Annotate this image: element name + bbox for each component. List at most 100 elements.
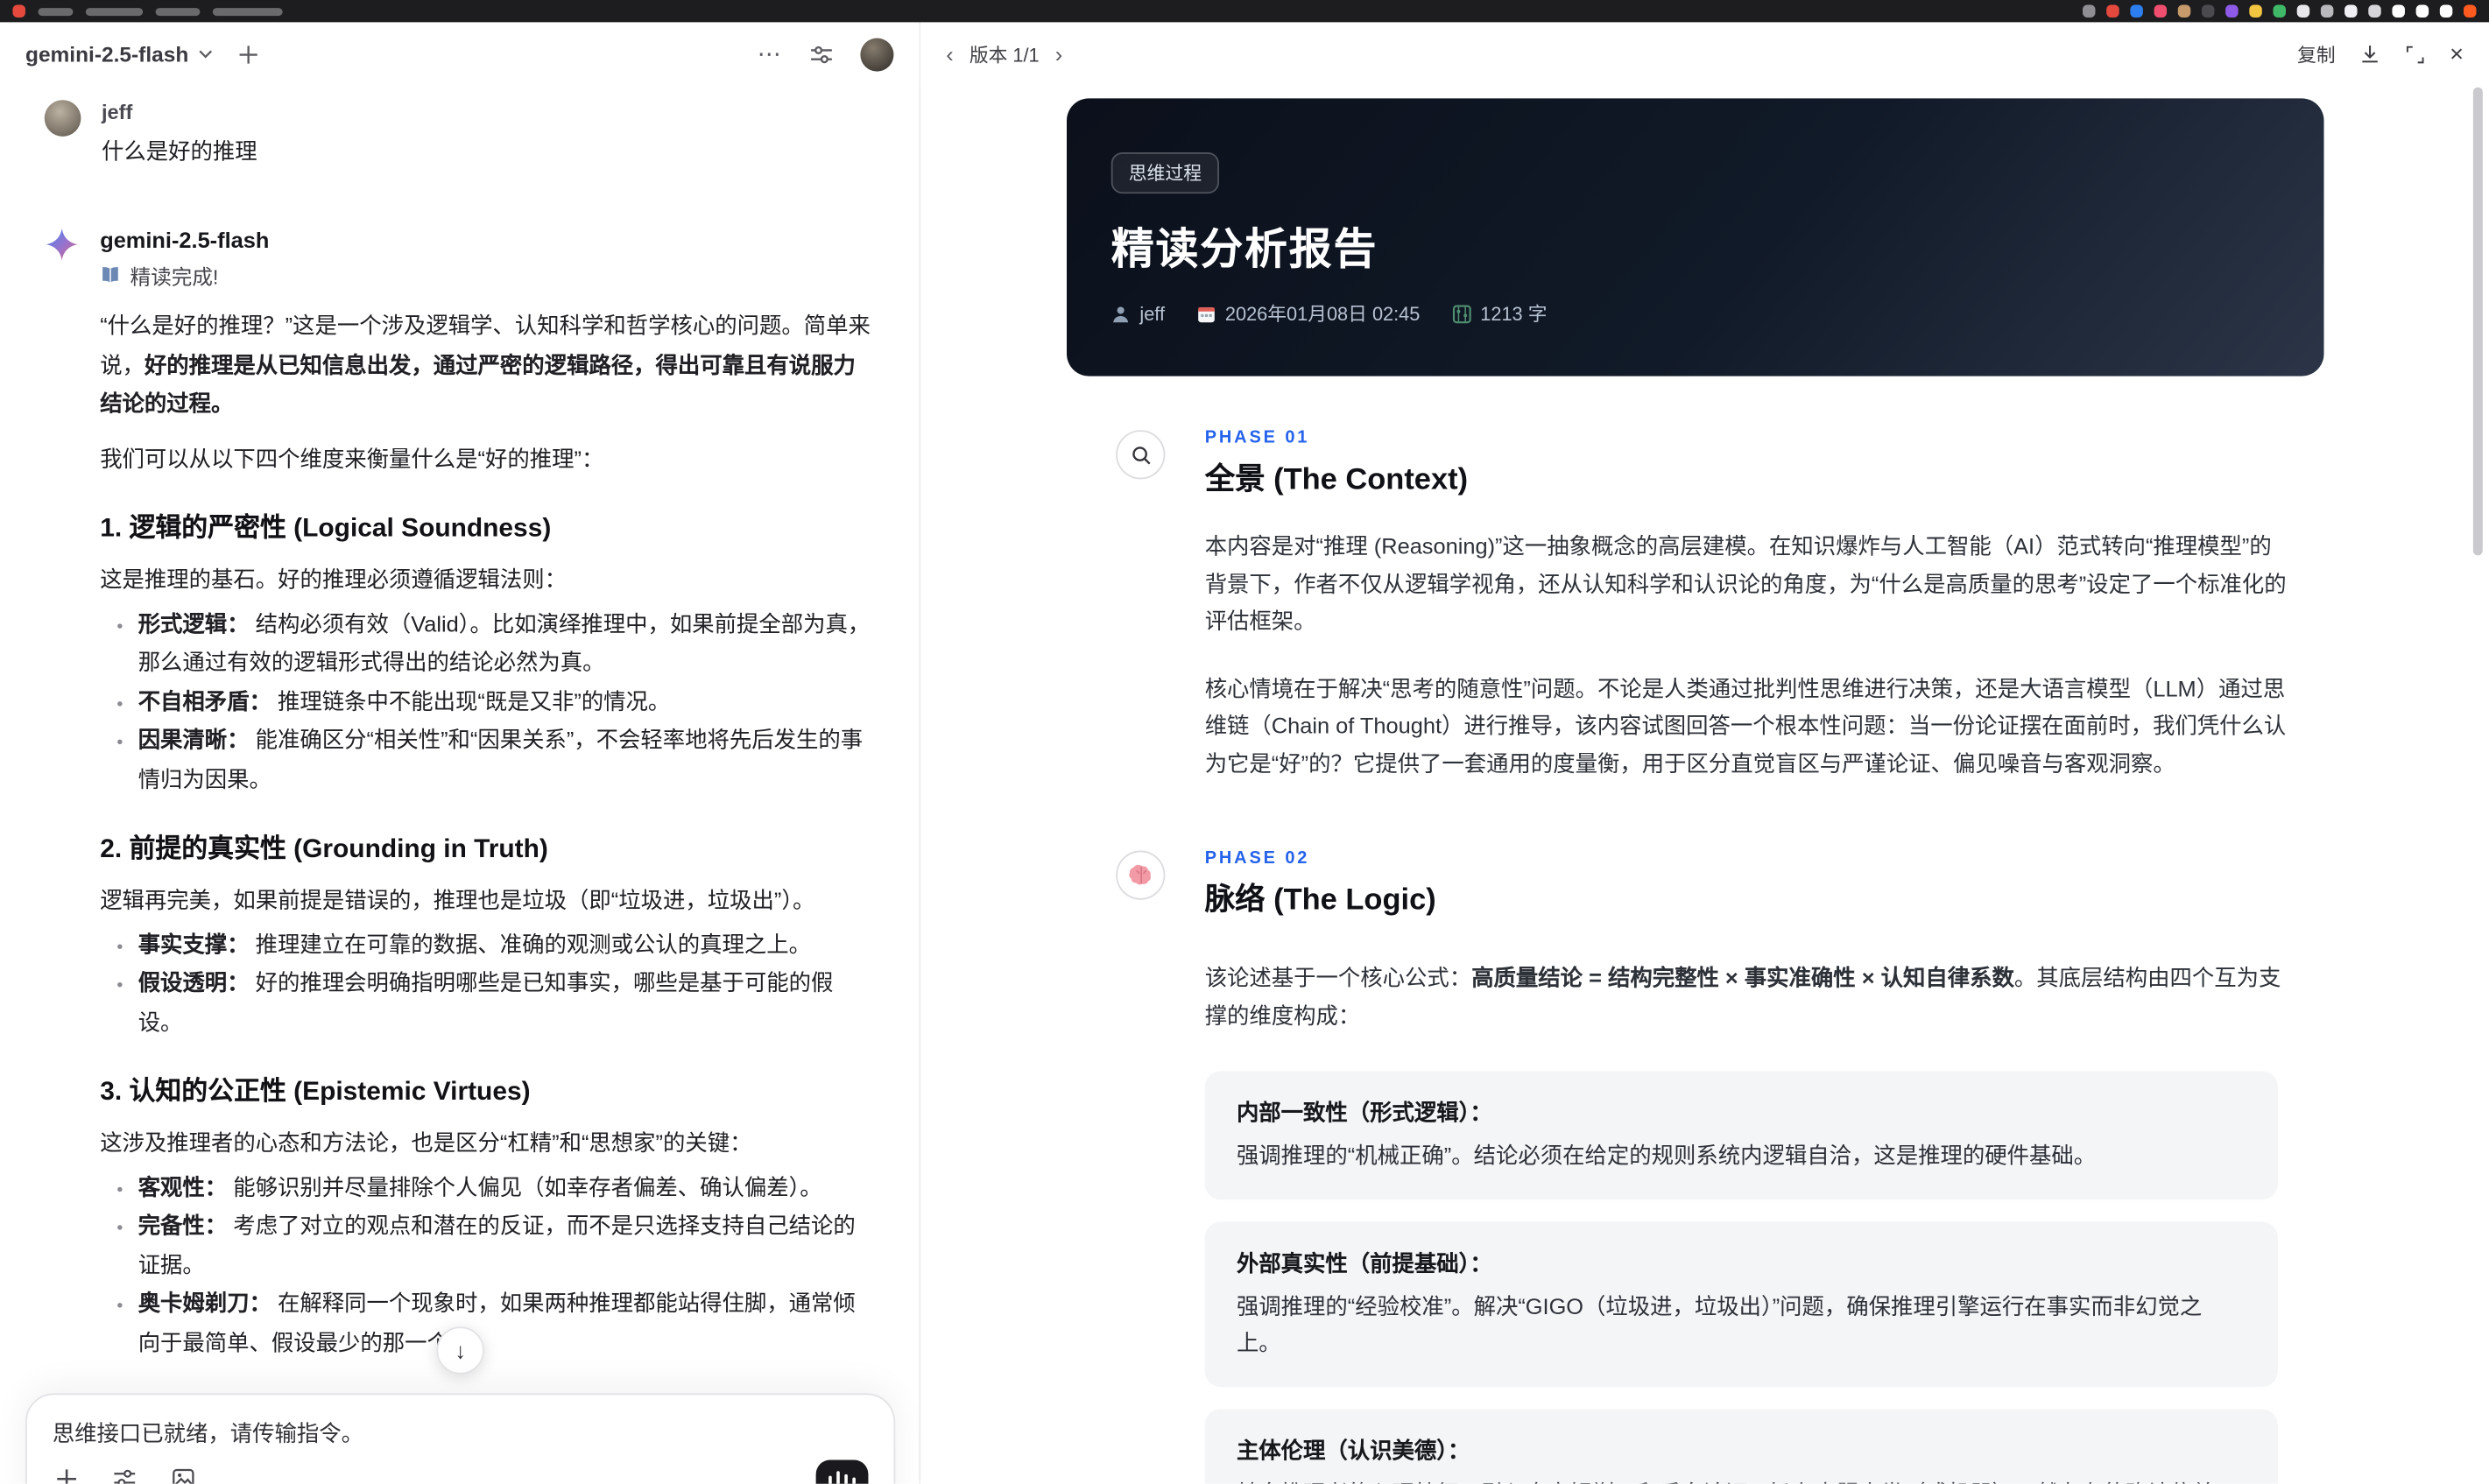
arrow-down-icon: ↓ — [455, 1337, 466, 1363]
bullet-list: 事实支撑： 推理建立在可靠的数据、准确的观测或公认的真理之上。 假设透明： 好的… — [100, 925, 871, 1041]
download-icon[interactable] — [2359, 43, 2381, 65]
menubar — [0, 0, 2489, 23]
menubar-status-icons — [2083, 4, 2477, 18]
tune-icon[interactable] — [809, 42, 833, 66]
close-icon[interactable]: × — [2450, 42, 2464, 66]
phase-title: 脉络 (The Logic) — [1204, 883, 1436, 918]
composer-input[interactable]: 思维接口已就绪，请传输指令。 — [53, 1417, 869, 1449]
voice-input-button[interactable] — [815, 1459, 869, 1484]
card-body: 强调推理的“经验校准”。解决“GIGO（垃圾进，垃圾出）”问题，确保推理引擎运行… — [1236, 1292, 2203, 1355]
expand-icon[interactable] — [2405, 44, 2426, 65]
bullet-list: 形式逻辑： 结构必须有效（Valid）。比如演绎推理中，如果前提全部为真，那么通… — [100, 604, 871, 798]
composer[interactable]: 思维接口已就绪，请传输指令。 — [25, 1393, 896, 1484]
paragraph: 我们可以从以下四个维度来衡量什么是“好的推理”： — [100, 445, 604, 471]
formula-bold: 高质量结论 = 结构完整性 × 事实准确性 × 认知自律系数 — [1471, 965, 2014, 990]
assistant-status: 精读完成! — [100, 260, 871, 290]
phase-title: 全景 (The Context) — [1204, 463, 1469, 497]
phase-2-icon-circle — [1116, 850, 1166, 900]
more-options-button[interactable]: ⋯ — [758, 42, 783, 66]
chevron-left-icon[interactable]: ‹ — [946, 43, 953, 65]
bullet-text: 能够识别并尽量排除个人偏见（如幸存者偏差、确认偏差）。 — [233, 1173, 822, 1199]
phase-2-section: PHASE 02 脉络 (The Logic) 该论述基于一个核心公式：高质量结… — [1067, 849, 2324, 1484]
waveform-bar — [843, 1473, 849, 1484]
menubar-app-icon[interactable] — [2344, 4, 2358, 18]
waveform-bar — [828, 1475, 833, 1484]
account-avatar[interactable] — [860, 37, 894, 71]
menubar-app-icon[interactable] — [2273, 4, 2286, 18]
menubar-app-icon[interactable] — [2320, 4, 2334, 18]
list-item: 因果清晰： 能准确区分“相关性”和“因果关系”，不会轻率地将先后发生的事情归为因… — [138, 721, 871, 798]
list-item: 形式逻辑： 结构必须有效（Valid）。比如演绎推理中，如果前提全部为真，那么通… — [138, 604, 871, 682]
card-body: 转向推理者的心理特征。引入奥卡姆剃刀和反向论证，旨在克服人类（或机器）天然存在的… — [1237, 1475, 2246, 1484]
assistant-markdown: “什么是好的推理？”这是一个涉及逻辑学、认知科学和哲学核心的问题。简单来说，好的… — [100, 306, 871, 1484]
menubar-app-icon[interactable] — [2130, 4, 2143, 18]
menubar-app-icon[interactable] — [2083, 4, 2096, 18]
author-name: jeff — [1139, 302, 1166, 325]
dimension-card: 内部一致性（形式逻辑）： 强调推理的“机械正确”。结论必须在给定的规则系统内逻辑… — [1204, 1071, 2278, 1199]
phase-1-icon-circle — [1116, 430, 1166, 480]
dimension-card: 主体伦理（认识美德）： 转向推理者的心理特征。引入奥卡姆剃刀和反向论证，旨在克服… — [1204, 1408, 2278, 1484]
meta-word-count: 1213 字 — [1452, 300, 1547, 327]
attach-plus-icon[interactable] — [55, 1467, 77, 1484]
section-heading: 2. 前提的真实性 (Grounding in Truth) — [100, 834, 548, 863]
menubar-app-icon[interactable] — [2296, 4, 2310, 18]
menubar-app-icon[interactable] — [2464, 4, 2477, 18]
menubar-menu-item[interactable] — [85, 7, 144, 16]
abacus-icon — [1452, 304, 1470, 323]
card-title: 内部一致性（形式逻辑）： — [1236, 1100, 1492, 1126]
menubar-app-icon[interactable] — [2249, 4, 2262, 18]
bullet-label: 假设透明： — [137, 969, 250, 995]
image-icon[interactable] — [172, 1466, 195, 1484]
menubar-app-icon[interactable] — [2368, 4, 2381, 18]
bullet-label: 形式逻辑： — [137, 609, 250, 636]
menubar-app-icon[interactable] — [2154, 4, 2168, 18]
menubar-app-icon[interactable] — [2201, 4, 2215, 18]
chevron-right-icon[interactable]: › — [1055, 43, 1062, 65]
scrollbar-thumb[interactable] — [2472, 87, 2483, 556]
section-intro: 这是推理的基石。好的推理必须遵循逻辑法则： — [100, 566, 568, 593]
tools-icon[interactable] — [113, 1466, 137, 1484]
bullet-label: 不自相矛盾： — [137, 687, 271, 714]
assistant-name: gemini-2.5-flash — [100, 227, 270, 253]
phase-label: PHASE 02 — [1204, 848, 1310, 869]
phase-1-section: PHASE 01 全景 (The Context) 本内容是对“推理 (Reas… — [1067, 428, 2324, 782]
menubar-app-icon[interactable] — [2415, 4, 2429, 18]
scroll-to-bottom-button[interactable]: ↓ — [436, 1326, 484, 1375]
menubar-menu-item[interactable] — [212, 7, 283, 16]
chat-header: gemini-2.5-flash ⋯ — [0, 22, 920, 86]
model-selector[interactable]: gemini-2.5-flash — [25, 42, 212, 66]
user-message: jeff 什么是好的推理 — [44, 98, 871, 168]
list-item: 完备性： 考虑了对立的观点和潜在的反证，而不是只选择支持自己结论的证据。 — [138, 1206, 871, 1284]
report-date: 2026年01月08日 02:45 — [1224, 303, 1421, 326]
menubar-app-icon[interactable] — [2439, 4, 2453, 18]
gemini-star-icon — [45, 227, 80, 262]
menubar-app-icon[interactable] — [2392, 4, 2405, 18]
menubar-app-icon[interactable] — [2225, 4, 2239, 18]
copy-button[interactable]: 复制 — [2297, 40, 2336, 67]
bullet-label: 奥卡姆剃刀： — [137, 1290, 271, 1316]
report-title: 精读分析报告 — [1111, 225, 1378, 273]
assistant-status-text: 精读完成! — [130, 264, 219, 289]
user-message-text: 什么是好的推理 — [102, 137, 257, 164]
version-label: 版本 1/1 — [969, 43, 1040, 67]
paragraph: “什么是好的推理？”这是一个涉及逻辑学、认知科学和哲学核心的问题。简单来说，好的… — [100, 306, 871, 423]
card-title: 主体伦理（认识美德）： — [1236, 1437, 1470, 1463]
menubar-left — [12, 4, 283, 18]
composer-toolbar — [55, 1466, 195, 1484]
card-title: 外部真实性（前提基础）： — [1236, 1249, 1492, 1276]
bullet-list: 客观性： 能够识别并尽量排除个人偏见（如幸存者偏差、确认偏差）。 完备性： 考虑… — [100, 1167, 871, 1361]
assistant-message: gemini-2.5-flash 精读完成! “什么是好的推理？”这是一个涉及逻… — [45, 225, 871, 1483]
screen: gemini-2.5-flash ⋯ jeff 什么是好的推理 gemini-2… — [0, 0, 2489, 1484]
calendar-icon — [1197, 306, 1215, 322]
chat-header-actions: ⋯ — [758, 37, 894, 71]
menubar-menu-item[interactable] — [38, 7, 74, 16]
menubar-app-icon[interactable] — [12, 4, 25, 18]
bullet-label: 因果清晰： — [137, 727, 250, 753]
menubar-app-icon[interactable] — [2177, 4, 2191, 18]
menubar-app-icon[interactable] — [2106, 4, 2119, 18]
new-chat-button[interactable] — [237, 44, 258, 65]
bullet-text: 推理链条中不能出现“既是又非”的情况。 — [277, 687, 671, 714]
list-item: 事实支撑： 推理建立在可靠的数据、准确的观测或公认的真理之上。 — [138, 925, 871, 963]
user-avatar — [44, 100, 81, 137]
menubar-menu-item[interactable] — [155, 7, 201, 16]
